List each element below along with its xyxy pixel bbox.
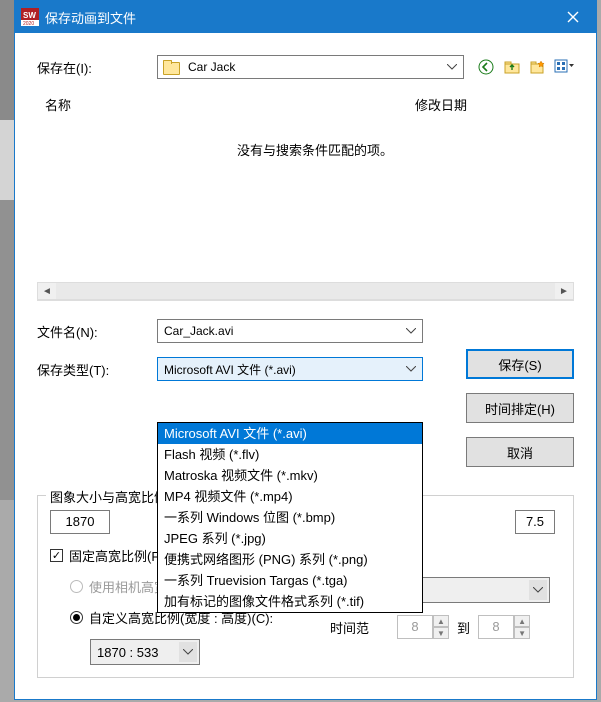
scroll-right-icon[interactable]: ► — [555, 283, 573, 299]
scroll-track[interactable] — [56, 283, 555, 299]
titlebar: SW2020 保存动画到文件 — [15, 1, 596, 33]
svg-text:2020: 2020 — [23, 21, 34, 26]
spin-down-icon[interactable]: ▼ — [433, 627, 449, 639]
spin-up-icon[interactable]: ▲ — [433, 615, 449, 627]
savetype-option[interactable]: 加有标记的图像文件格式系列 (*.tif) — [158, 591, 422, 612]
dialog-title: 保存动画到文件 — [45, 8, 550, 27]
cancel-button[interactable]: 取消 — [466, 437, 574, 467]
filename-input[interactable]: Car_Jack.avi — [157, 319, 423, 343]
timerange-label: 时间范 — [330, 618, 369, 637]
savetype-label: 保存类型(T): — [37, 360, 157, 379]
folder-icon — [162, 60, 180, 74]
app-logo-icon: SW2020 — [21, 8, 39, 26]
fps-input[interactable]: 7.5 — [515, 510, 555, 534]
chevron-down-icon — [179, 642, 197, 662]
column-header-date[interactable]: 修改日期 — [407, 89, 574, 120]
chevron-down-icon — [402, 322, 420, 340]
savetype-option[interactable]: Microsoft AVI 文件 (*.avi) — [158, 423, 422, 444]
column-header-name[interactable]: 名称 — [37, 89, 407, 120]
svg-text:SW: SW — [23, 11, 36, 20]
save-in-label: 保存在(I): — [37, 58, 157, 77]
spin-up-icon[interactable]: ▲ — [514, 615, 530, 627]
savetype-option[interactable]: 一系列 Windows 位图 (*.bmp) — [158, 507, 422, 528]
time-to-label: 到 — [457, 618, 470, 637]
filename-label: 文件名(N): — [37, 322, 157, 341]
chevron-down-icon — [402, 360, 420, 378]
width-input[interactable]: 1870 — [50, 510, 110, 534]
savetype-option[interactable]: 一系列 Truevision Targas (*.tga) — [158, 570, 422, 591]
savetype-option[interactable]: 便携式网络图形 (PNG) 系列 (*.png) — [158, 549, 422, 570]
savetype-option[interactable]: JPEG 系列 (*.jpg) — [158, 528, 422, 549]
nav-toolbar — [476, 57, 574, 77]
time-from-spinner[interactable]: 8 ▲▼ — [397, 615, 449, 639]
save-animation-dialog: SW2020 保存动画到文件 保存在(I): Car Jack — [14, 0, 597, 700]
file-list: 名称 修改日期 没有与搜索条件匹配的项。 ◄ ► — [37, 89, 574, 301]
horizontal-scrollbar[interactable]: ◄ ► — [37, 282, 574, 300]
savetype-option[interactable]: Matroska 视频文件 (*.mkv) — [158, 465, 422, 486]
savetype-option[interactable]: MP4 视频文件 (*.mp4) — [158, 486, 422, 507]
time-to-spinner[interactable]: 8 ▲▼ — [478, 615, 530, 639]
up-folder-icon[interactable] — [502, 57, 522, 77]
chevron-down-icon — [529, 580, 547, 600]
savetype-dropdown-list[interactable]: Microsoft AVI 文件 (*.avi)Flash 视频 (*.flv)… — [157, 422, 423, 613]
scroll-left-icon[interactable]: ◄ — [38, 283, 56, 299]
filename-value: Car_Jack.avi — [164, 324, 233, 338]
empty-message: 没有与搜索条件匹配的项。 — [37, 140, 574, 159]
save-in-value: Car Jack — [188, 60, 235, 74]
checkbox-checked-icon: ✓ — [50, 549, 63, 562]
schedule-button[interactable]: 时间排定(H) — [466, 393, 574, 423]
radio-off-icon — [70, 580, 83, 593]
radio-on-icon — [70, 611, 83, 624]
ratio-select[interactable]: 1870 : 533 — [90, 639, 200, 665]
save-in-select[interactable]: Car Jack — [157, 55, 464, 79]
spin-down-icon[interactable]: ▼ — [514, 627, 530, 639]
savetype-option[interactable]: Flash 视频 (*.flv) — [158, 444, 422, 465]
save-button[interactable]: 保存(S) — [466, 349, 574, 379]
new-folder-icon[interactable] — [528, 57, 548, 77]
savetype-value: Microsoft AVI 文件 (*.avi) — [164, 361, 296, 378]
close-button[interactable] — [550, 1, 596, 33]
file-list-body[interactable]: 没有与搜索条件匹配的项。 — [37, 120, 574, 282]
chevron-down-icon — [443, 58, 461, 76]
view-menu-icon[interactable] — [554, 57, 574, 77]
back-icon[interactable] — [476, 57, 496, 77]
savetype-select[interactable]: Microsoft AVI 文件 (*.avi) — [157, 357, 423, 381]
